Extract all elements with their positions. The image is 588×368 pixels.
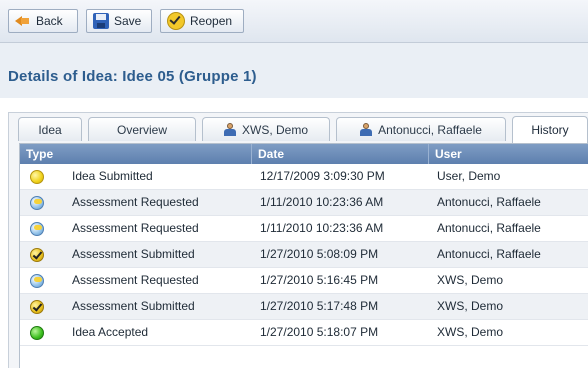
user-cell: Antonucci, Raffaele	[437, 195, 541, 209]
table-row[interactable]: Assessment Requested 1/27/2010 5:16:45 PM…	[20, 268, 588, 294]
assessment-submitted-icon	[30, 300, 44, 314]
type-cell: Idea Accepted	[72, 325, 149, 339]
idea-submitted-icon	[30, 170, 44, 184]
toolbar: Back Save Reopen	[0, 0, 588, 43]
user-cell: XWS, Demo	[437, 273, 504, 287]
tab-history[interactable]: History	[512, 116, 588, 143]
tab-bar: Idea Overview XWS, Demo Antonucci, Raffa…	[18, 116, 588, 143]
page-title: Details of Idea: Idee 05 (Gruppe 1)	[8, 68, 257, 85]
user-cell: Antonucci, Raffaele	[437, 247, 541, 261]
date-cell: 1/11/2010 10:23:36 AM	[260, 221, 384, 235]
date-cell: 12/17/2009 3:09:30 PM	[260, 169, 385, 183]
back-arrow-icon	[15, 13, 31, 29]
tab-overview-label: Overview	[116, 122, 167, 137]
tab-overview[interactable]: Overview	[88, 117, 196, 141]
reopen-button[interactable]: Reopen	[160, 9, 244, 33]
column-header-type[interactable]: Type	[20, 144, 252, 164]
user-cell: Antonucci, Raffaele	[437, 221, 541, 235]
checkmark-icon	[167, 12, 185, 30]
date-cell: 1/27/2010 5:16:45 PM	[260, 273, 379, 287]
table-row[interactable]: Assessment Submitted 1/27/2010 5:17:48 PM…	[20, 294, 588, 320]
user-cell: User, Demo	[437, 169, 501, 183]
user-cell: XWS, Demo	[437, 299, 504, 313]
person-icon	[223, 123, 236, 136]
table-row[interactable]: Idea Accepted 1/27/2010 5:18:07 PM XWS, De…	[20, 320, 588, 346]
type-cell: Assessment Submitted	[72, 247, 195, 261]
table-row[interactable]: Assessment Requested 1/11/2010 10:23:36 A…	[20, 216, 588, 242]
tab-antonucci-label: Antonucci, Raffaele	[378, 122, 482, 137]
back-label: Back	[36, 14, 63, 28]
reopen-label: Reopen	[190, 14, 233, 28]
assessment-submitted-icon	[30, 248, 44, 262]
assessment-requested-icon	[30, 196, 44, 210]
save-button[interactable]: Save	[86, 9, 152, 33]
type-cell: Idea Submitted	[72, 169, 153, 183]
table-row[interactable]: Assessment Requested 1/11/2010 10:23:36 A…	[20, 190, 588, 216]
column-header-date[interactable]: Date	[252, 144, 429, 164]
save-label: Save	[114, 14, 142, 28]
date-cell: 1/27/2010 5:18:07 PM	[260, 325, 379, 339]
tab-xws-demo-label: XWS, Demo	[241, 122, 308, 137]
date-cell: 1/27/2010 5:17:48 PM	[260, 299, 379, 313]
idea-accepted-icon	[30, 326, 44, 340]
tab-xws-demo[interactable]: XWS, Demo	[202, 117, 330, 141]
table-row[interactable]: Idea Submitted 12/17/2009 3:09:30 PM User,…	[20, 164, 588, 190]
floppy-disk-icon	[93, 13, 109, 29]
tab-idea-label: Idea	[38, 122, 62, 137]
tab-antonucci-raffaele[interactable]: Antonucci, Raffaele	[336, 117, 506, 141]
type-cell: Assessment Submitted	[72, 299, 195, 313]
date-cell: 1/27/2010 5:08:09 PM	[260, 247, 379, 261]
table-row[interactable]: Assessment Submitted 1/27/2010 5:08:09 PM…	[20, 242, 588, 268]
type-cell: Assessment Requested	[72, 273, 199, 287]
tab-history-label: History	[531, 123, 569, 137]
assessment-requested-icon	[30, 274, 44, 288]
type-cell: Assessment Requested	[72, 221, 199, 235]
column-header-user[interactable]: User	[429, 144, 588, 164]
back-button[interactable]: Back	[8, 9, 78, 33]
person-icon	[360, 123, 373, 136]
tab-idea[interactable]: Idea	[18, 117, 82, 141]
grid-header: Type Date User	[20, 144, 588, 164]
assessment-requested-icon	[30, 222, 44, 236]
date-cell: 1/11/2010 10:23:36 AM	[260, 195, 384, 209]
user-cell: XWS, Demo	[437, 325, 504, 339]
type-cell: Assessment Requested	[72, 195, 199, 209]
history-grid: Type Date User Idea Submitted 12/17/2009 …	[19, 143, 588, 368]
